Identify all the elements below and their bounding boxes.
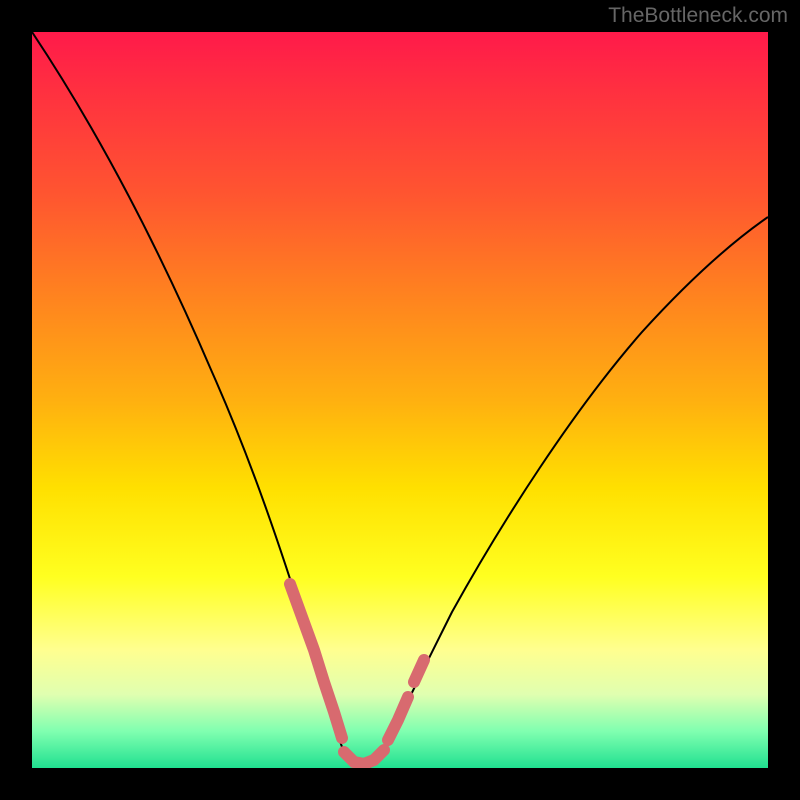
- watermark-text: TheBottleneck.com: [608, 4, 788, 28]
- plot-area: [32, 32, 768, 768]
- marker-seg-bottom: [344, 750, 384, 764]
- marker-group: [290, 584, 424, 764]
- marker-seg-right: [388, 660, 424, 740]
- chart-svg: [32, 32, 768, 768]
- bottleneck-curve: [32, 32, 768, 768]
- marker-seg-left: [290, 584, 342, 738]
